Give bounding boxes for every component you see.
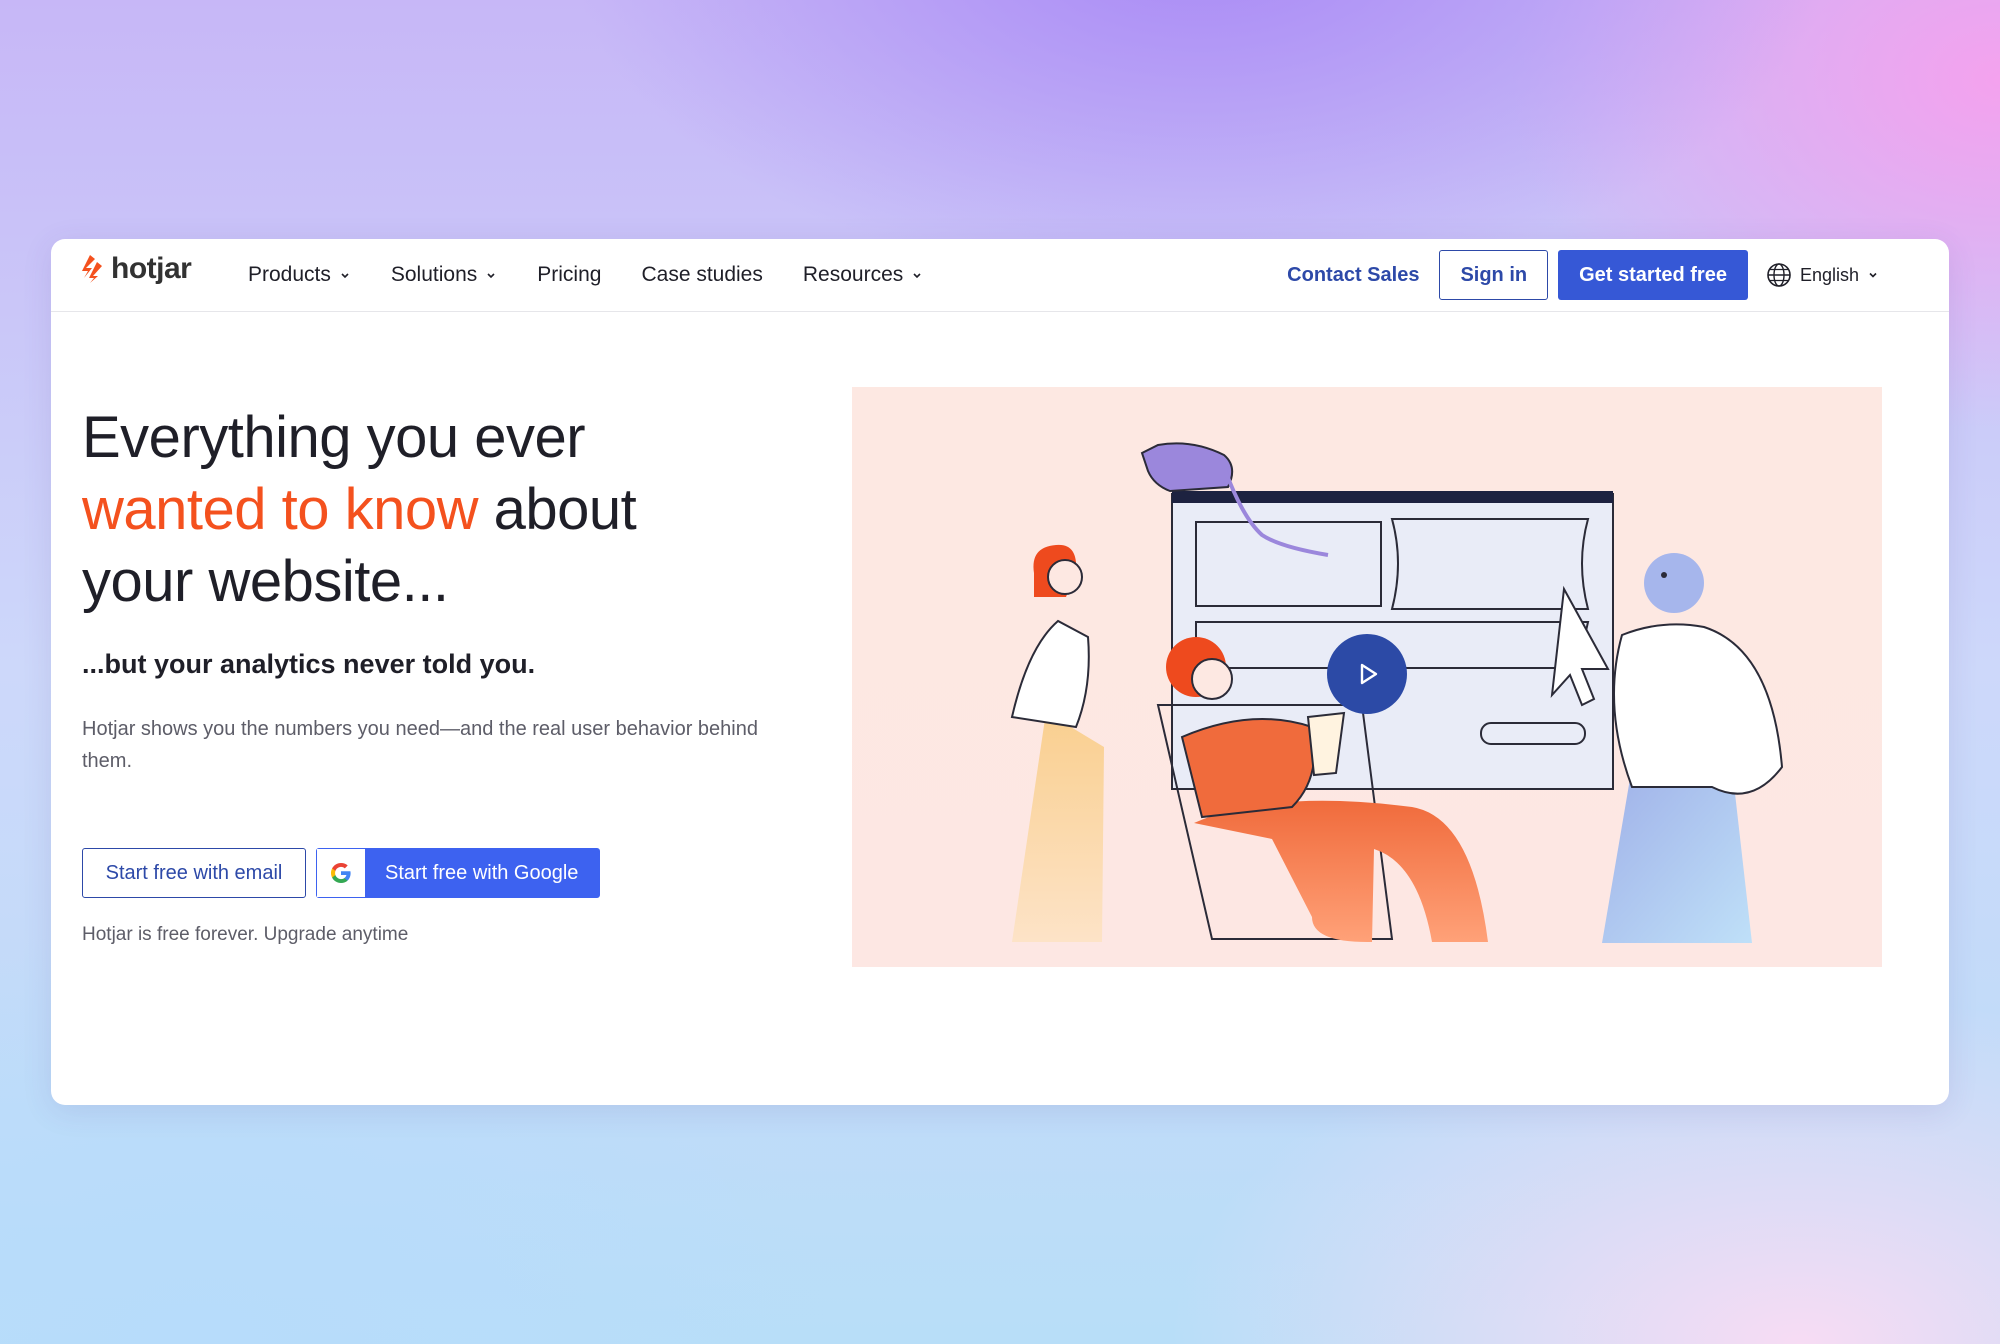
- chevron-down-icon: [341, 273, 349, 279]
- hero-description: Hotjar shows you the numbers you need—an…: [82, 718, 758, 772]
- google-button-label: Start free with Google: [385, 861, 579, 884]
- nav-pricing-label: Pricing: [537, 263, 602, 286]
- purple-cat: [1140, 442, 1234, 493]
- woman-legs: [1012, 712, 1104, 942]
- get-started-button[interactable]: Get started free: [1558, 250, 1748, 300]
- nav-products[interactable]: Products: [248, 263, 351, 287]
- man-head: [1191, 658, 1233, 700]
- woman-head: [1047, 559, 1083, 595]
- start-free-google-button[interactable]: Start free with Google: [316, 848, 601, 898]
- nav-actions: Contact Sales Sign in Get started free E…: [1287, 239, 1879, 311]
- play-video-button[interactable]: [1327, 634, 1407, 714]
- chevron-down-icon: [913, 273, 921, 279]
- hotjar-logo[interactable]: hotjar: [81, 252, 192, 286]
- nav-case-studies-label: Case studies: [641, 263, 763, 286]
- headline-after-accent: about: [478, 477, 637, 542]
- sign-in-button[interactable]: Sign in: [1439, 250, 1549, 300]
- headline-accent: wanted to know: [82, 477, 479, 542]
- start-free-email-button[interactable]: Start free with email: [82, 848, 306, 898]
- mock-input-pill: [1480, 722, 1586, 745]
- nav-case-studies[interactable]: Case studies: [641, 263, 762, 287]
- chevron-down-icon: [487, 273, 495, 279]
- google-icon: [331, 863, 351, 883]
- man-legs: [1194, 800, 1488, 943]
- blue-man-coat: [1613, 623, 1784, 795]
- logo-text: hotjar: [111, 252, 192, 285]
- blue-man-eye: [1661, 572, 1667, 578]
- nav-products-label: Products: [248, 263, 331, 286]
- man-torso: [1180, 718, 1316, 819]
- nav-resources[interactable]: Resources: [803, 263, 923, 287]
- play-icon: [1360, 663, 1378, 685]
- woman-torso: [1010, 619, 1090, 729]
- headline-line-3: your website...: [82, 549, 449, 614]
- nav-pricing[interactable]: Pricing: [537, 263, 601, 287]
- language-selector[interactable]: English: [1766, 262, 1879, 288]
- main-menu: Products Solutions Pricing Case studies …: [248, 239, 923, 311]
- globe-icon: [1767, 263, 1791, 287]
- mock-panel-right: [1390, 518, 1590, 610]
- nav-solutions[interactable]: Solutions: [391, 263, 497, 287]
- free-forever-note: Hotjar is free forever. Upgrade anytime: [82, 924, 409, 945]
- cta-row: Start free with email Start free with Go…: [82, 848, 601, 898]
- headline-line-1: Everything you ever: [82, 405, 586, 470]
- mock-panel-left: [1195, 521, 1382, 607]
- nav-resources-label: Resources: [802, 263, 904, 286]
- hero-subheadline: ...but your analytics never told you.: [82, 649, 536, 679]
- google-logo-box: [317, 849, 366, 897]
- top-navigation: hotjar Products Solutions Pricing Case s…: [51, 239, 1949, 312]
- hotjar-flame-icon: [82, 255, 102, 283]
- blue-man-head: [1644, 553, 1704, 613]
- browser-window: hotjar Products Solutions Pricing Case s…: [51, 239, 1949, 1105]
- language-label: English: [1799, 264, 1859, 285]
- hero-headline: Everything you ever wanted to know about…: [82, 402, 762, 618]
- contact-sales-link[interactable]: Contact Sales: [1287, 264, 1419, 287]
- nav-solutions-label: Solutions: [390, 263, 478, 286]
- chevron-down-icon: [1869, 272, 1877, 278]
